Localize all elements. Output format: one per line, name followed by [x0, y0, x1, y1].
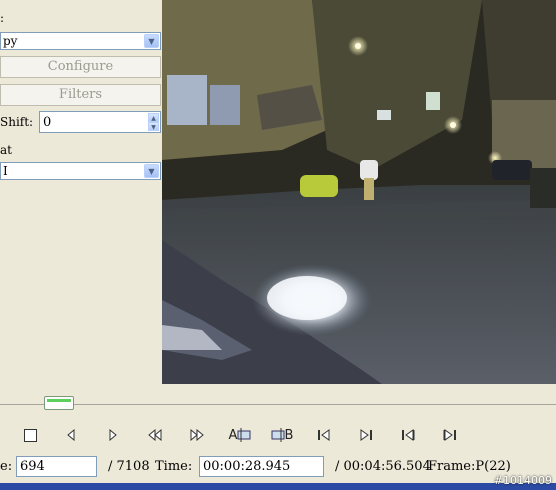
time-input[interactable]: 00:00:28.945 [199, 456, 324, 477]
spin-up-icon[interactable]: ▲ [148, 113, 159, 122]
previous-frame-icon[interactable] [59, 425, 83, 445]
go-to-marker-b-icon[interactable] [354, 425, 378, 445]
set-marker-b-button[interactable]: B [266, 425, 298, 445]
marker-a-label: A [228, 427, 238, 443]
previous-keyframe-icon[interactable] [143, 425, 167, 445]
configure-button[interactable]: Configure [0, 56, 161, 78]
spin-down-icon[interactable]: ▼ [148, 122, 159, 131]
spin-arrows[interactable]: ▲ ▼ [148, 113, 159, 131]
marker-a-icon [237, 428, 251, 442]
video-frame [162, 0, 556, 384]
frame-label: e: [0, 459, 13, 474]
watermark: #1014009 [493, 474, 552, 487]
video-preview [162, 0, 556, 384]
next-frame-icon[interactable] [101, 425, 125, 445]
format-section-label: at [0, 143, 12, 157]
next-keyframe-icon[interactable] [185, 425, 209, 445]
go-to-end-icon[interactable] [438, 425, 462, 445]
timeline-track[interactable] [0, 404, 556, 405]
frame-type: Frame:P(22) [428, 459, 511, 474]
video-section-label: : [0, 11, 5, 25]
video-codec-value: py [3, 34, 18, 48]
filters-button[interactable]: Filters [0, 84, 161, 106]
time-value: 00:00:28.945 [203, 459, 291, 474]
output-format-select[interactable]: I ▼ [0, 162, 161, 180]
go-to-start-icon[interactable] [396, 425, 420, 445]
frame-number-value: 694 [20, 459, 45, 474]
status-bar [0, 483, 556, 490]
shift-label: Shift: [0, 115, 34, 129]
video-codec-select[interactable]: py ▼ [0, 32, 161, 50]
frame-total: / 7108 [108, 459, 150, 474]
time-total: / 00:04:56.504 [335, 459, 431, 474]
marker-b-label: B [284, 427, 294, 443]
marker-b-icon [271, 428, 285, 442]
shift-spinbox[interactable]: 0 ▲ ▼ [39, 111, 161, 133]
output-format-value: I [3, 164, 8, 178]
timeline-slider-thumb[interactable] [44, 396, 74, 410]
stop-icon[interactable] [18, 425, 42, 445]
frame-number-input[interactable]: 694 [16, 456, 97, 477]
chevron-down-icon[interactable]: ▼ [144, 164, 159, 178]
shift-value: 0 [43, 115, 52, 130]
set-marker-a-button[interactable]: A [225, 425, 255, 445]
go-to-marker-a-icon[interactable] [312, 425, 336, 445]
time-label: Time: [155, 459, 193, 474]
chevron-down-icon[interactable]: ▼ [144, 34, 159, 48]
